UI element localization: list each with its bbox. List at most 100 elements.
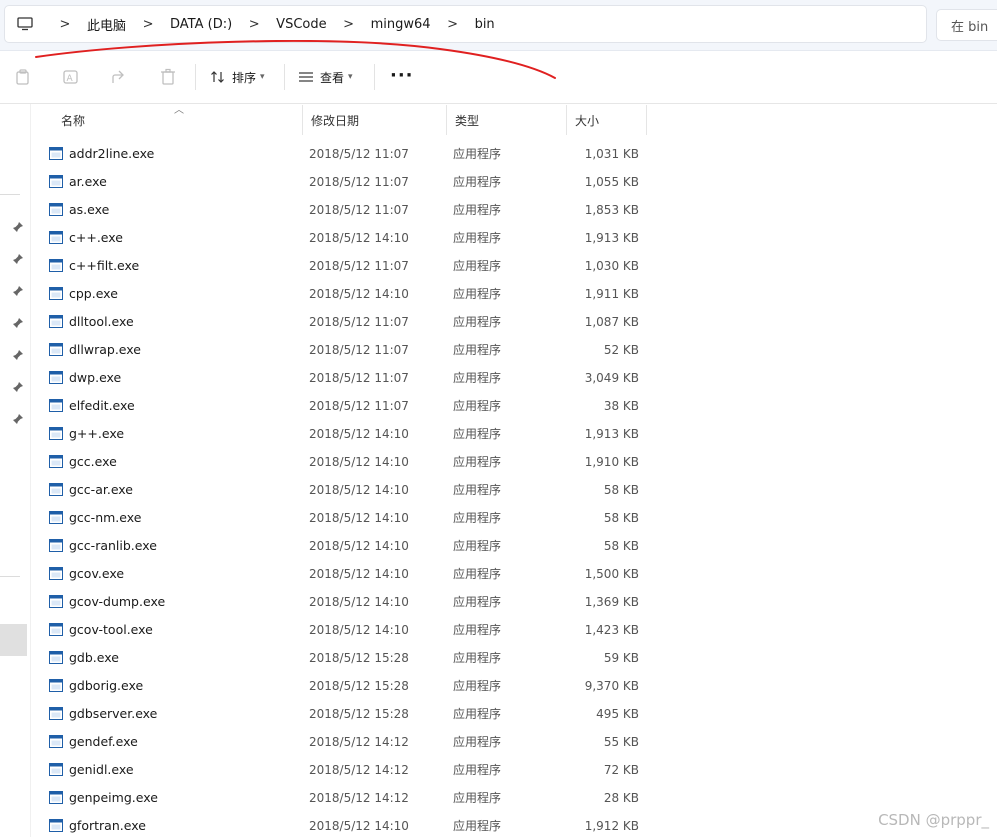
table-row[interactable]: g++.exe 2018/5/12 14:10 应用程序 1,913 KB <box>31 420 997 448</box>
file-date-modified: 2018/5/12 14:10 <box>309 595 409 609</box>
chevron-right-icon[interactable]: > <box>234 17 274 32</box>
table-row[interactable]: c++filt.exe 2018/5/12 11:07 应用程序 1,030 KB <box>31 252 997 280</box>
table-row[interactable]: dlltool.exe 2018/5/12 11:07 应用程序 1,087 KB <box>31 308 997 336</box>
table-row[interactable]: gdb.exe 2018/5/12 15:28 应用程序 59 KB <box>31 644 997 672</box>
chevron-right-icon[interactable]: > <box>45 17 85 32</box>
exe-file-icon <box>49 791 63 804</box>
file-date-modified: 2018/5/12 14:10 <box>309 287 409 301</box>
pin-icon[interactable] <box>12 413 24 425</box>
file-name[interactable]: gcc-nm.exe <box>69 504 141 532</box>
table-row[interactable]: dllwrap.exe 2018/5/12 11:07 应用程序 52 KB <box>31 336 997 364</box>
pin-icon[interactable] <box>12 349 24 361</box>
pin-icon[interactable] <box>12 253 24 265</box>
breadcrumb-item-this-pc[interactable]: 此电脑 <box>85 15 128 34</box>
search-input[interactable]: 在 bin <box>936 9 997 41</box>
this-pc-icon[interactable] <box>5 6 45 42</box>
file-name[interactable]: addr2line.exe <box>69 140 154 168</box>
exe-file-icon <box>49 203 63 216</box>
table-row[interactable]: genpeimg.exe 2018/5/12 14:12 应用程序 28 KB <box>31 784 997 812</box>
file-type: 应用程序 <box>453 175 502 189</box>
file-name[interactable]: gfortran.exe <box>69 812 146 840</box>
file-name[interactable]: gdborig.exe <box>69 672 143 700</box>
table-row[interactable]: gcov.exe 2018/5/12 14:10 应用程序 1,500 KB <box>31 560 997 588</box>
file-date-modified: 2018/5/12 14:10 <box>309 427 409 441</box>
exe-file-icon <box>49 819 63 832</box>
file-name[interactable]: elfedit.exe <box>69 392 135 420</box>
column-size[interactable]: 大小 <box>567 105 647 135</box>
breadcrumb-item-bin[interactable]: bin <box>473 17 497 32</box>
table-row[interactable]: ar.exe 2018/5/12 11:07 应用程序 1,055 KB <box>31 168 997 196</box>
file-name[interactable]: g++.exe <box>69 420 124 448</box>
nav-divider <box>0 194 20 195</box>
file-size: 55 KB <box>603 735 639 749</box>
file-name[interactable]: c++filt.exe <box>69 252 139 280</box>
nav-selected-item[interactable] <box>0 624 27 656</box>
file-name[interactable]: gcc-ar.exe <box>69 476 133 504</box>
file-name[interactable]: dllwrap.exe <box>69 336 141 364</box>
table-row[interactable]: gdborig.exe 2018/5/12 15:28 应用程序 9,370 KB <box>31 672 997 700</box>
file-type: 应用程序 <box>453 567 502 581</box>
file-name[interactable]: gdbserver.exe <box>69 700 157 728</box>
column-name[interactable]: 名称 <box>53 105 303 135</box>
file-name[interactable]: gdb.exe <box>69 644 119 672</box>
file-date-modified: 2018/5/12 14:10 <box>309 231 409 245</box>
pin-icon[interactable] <box>12 221 24 233</box>
table-row[interactable]: as.exe 2018/5/12 11:07 应用程序 1,853 KB <box>31 196 997 224</box>
table-row[interactable]: gcc-ar.exe 2018/5/12 14:10 应用程序 58 KB <box>31 476 997 504</box>
table-row[interactable]: c++.exe 2018/5/12 14:10 应用程序 1,913 KB <box>31 224 997 252</box>
file-name[interactable]: gcov.exe <box>69 560 124 588</box>
table-row[interactable]: dwp.exe 2018/5/12 11:07 应用程序 3,049 KB <box>31 364 997 392</box>
file-name[interactable]: gcov-tool.exe <box>69 616 153 644</box>
exe-file-icon <box>49 399 63 412</box>
table-row[interactable]: gcc.exe 2018/5/12 14:10 应用程序 1,910 KB <box>31 448 997 476</box>
breadcrumb-item-data-drive[interactable]: DATA (D:) <box>168 17 234 32</box>
file-name[interactable]: gcc-ranlib.exe <box>69 532 157 560</box>
file-name[interactable]: genidl.exe <box>69 756 134 784</box>
file-type: 应用程序 <box>453 511 502 525</box>
file-date-modified: 2018/5/12 11:07 <box>309 175 409 189</box>
file-size: 1,500 KB <box>584 567 639 581</box>
table-row[interactable]: gdbserver.exe 2018/5/12 15:28 应用程序 495 KB <box>31 700 997 728</box>
file-name[interactable]: dlltool.exe <box>69 308 134 336</box>
table-row[interactable]: genidl.exe 2018/5/12 14:12 应用程序 72 KB <box>31 756 997 784</box>
table-row[interactable]: gendef.exe 2018/5/12 14:12 应用程序 55 KB <box>31 728 997 756</box>
file-name[interactable]: dwp.exe <box>69 364 121 392</box>
file-name[interactable]: gendef.exe <box>69 728 138 756</box>
red-annotation-stroke <box>35 40 556 79</box>
breadcrumb-item-mingw64[interactable]: mingw64 <box>369 17 433 32</box>
chevron-right-icon[interactable]: > <box>128 17 168 32</box>
pin-icon[interactable] <box>12 317 24 329</box>
file-size: 1,912 KB <box>584 819 639 833</box>
exe-file-icon <box>49 763 63 776</box>
table-row[interactable]: addr2line.exe 2018/5/12 11:07 应用程序 1,031 KB <box>31 140 997 168</box>
file-size: 72 KB <box>603 763 639 777</box>
chevron-right-icon[interactable]: > <box>329 17 369 32</box>
table-row[interactable]: gcov-tool.exe 2018/5/12 14:10 应用程序 1,423 KB <box>31 616 997 644</box>
chevron-right-icon[interactable]: > <box>433 17 473 32</box>
pin-icon[interactable] <box>12 381 24 393</box>
table-row[interactable]: gcov-dump.exe 2018/5/12 14:10 应用程序 1,369 KB <box>31 588 997 616</box>
pin-icon[interactable] <box>12 285 24 297</box>
file-name[interactable]: as.exe <box>69 196 109 224</box>
breadcrumb-item-vscode[interactable]: VSCode <box>274 17 328 32</box>
file-size: 52 KB <box>603 343 639 357</box>
file-name[interactable]: ar.exe <box>69 168 107 196</box>
table-row[interactable]: gcc-nm.exe 2018/5/12 14:10 应用程序 58 KB <box>31 504 997 532</box>
breadcrumb[interactable]: > 此电脑 > DATA (D:) > VSCode > mingw64 > b… <box>4 5 927 43</box>
exe-file-icon <box>49 707 63 720</box>
file-name[interactable]: gcc.exe <box>69 448 117 476</box>
table-row[interactable]: cpp.exe 2018/5/12 14:10 应用程序 1,911 KB <box>31 280 997 308</box>
exe-file-icon <box>49 287 63 300</box>
file-name[interactable]: gcov-dump.exe <box>69 588 165 616</box>
column-date-modified[interactable]: 修改日期 <box>303 105 447 135</box>
file-name[interactable]: c++.exe <box>69 224 123 252</box>
exe-file-icon <box>49 483 63 496</box>
table-row[interactable]: elfedit.exe 2018/5/12 11:07 应用程序 38 KB <box>31 392 997 420</box>
table-row[interactable]: gcc-ranlib.exe 2018/5/12 14:10 应用程序 58 KB <box>31 532 997 560</box>
file-name[interactable]: cpp.exe <box>69 280 118 308</box>
file-size: 1,031 KB <box>584 147 639 161</box>
column-type[interactable]: 类型 <box>447 105 567 135</box>
file-date-modified: 2018/5/12 14:10 <box>309 567 409 581</box>
table-row[interactable]: gfortran.exe 2018/5/12 14:10 应用程序 1,912 KB <box>31 812 997 840</box>
file-name[interactable]: genpeimg.exe <box>69 784 158 812</box>
